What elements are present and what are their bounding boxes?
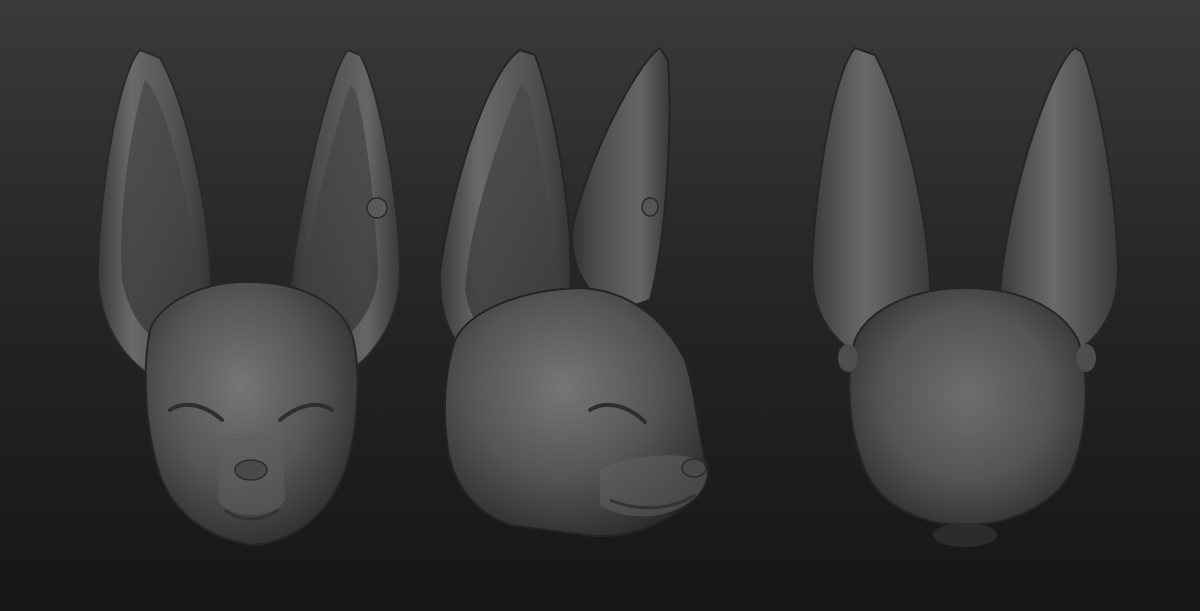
sculpt-canvas <box>96 46 1120 547</box>
back-left-cheek <box>838 344 858 372</box>
tq-nose <box>681 458 707 478</box>
three-quarter-view <box>438 46 709 538</box>
front-ear-stud <box>366 197 388 219</box>
back-chin <box>933 523 997 547</box>
front-nose <box>234 459 268 481</box>
back-view <box>810 46 1120 547</box>
sculpt-viewport <box>0 0 1200 611</box>
tq-ear-stud <box>641 197 659 217</box>
front-view <box>96 48 402 547</box>
back-head <box>848 286 1087 527</box>
back-right-cheek <box>1076 344 1096 372</box>
tq-back-ear <box>570 46 671 312</box>
